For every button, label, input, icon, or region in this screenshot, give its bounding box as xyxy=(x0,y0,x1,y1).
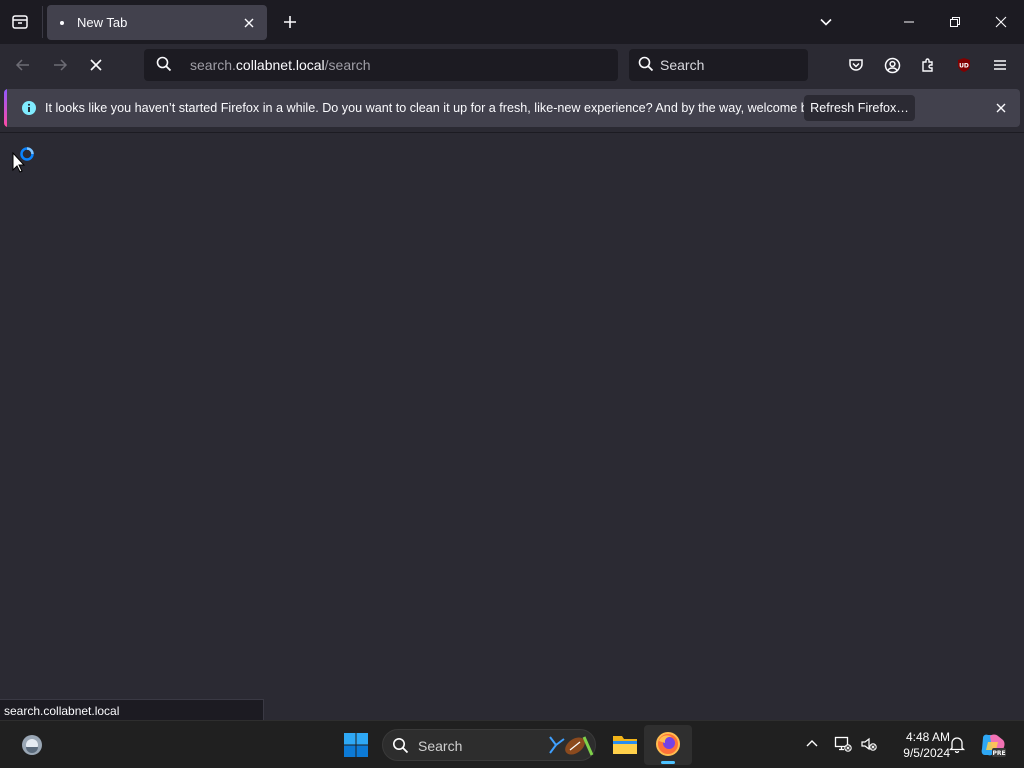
widgets-button[interactable] xyxy=(20,733,44,757)
new-tab-button[interactable] xyxy=(276,8,304,36)
taskbar-search-box[interactable]: Search xyxy=(382,729,596,761)
refresh-firefox-notification: It looks like you haven’t started Firefo… xyxy=(4,89,1020,127)
url-path: /search xyxy=(324,57,371,73)
pocket-icon xyxy=(849,59,863,71)
firefox-view-button[interactable] xyxy=(4,6,36,38)
ublock-shield-icon: UD xyxy=(958,58,970,72)
tab-divider xyxy=(42,6,43,38)
hamburger-menu-icon xyxy=(994,60,1006,70)
tab-favicon-icon xyxy=(60,21,64,25)
account-button[interactable] xyxy=(877,50,907,80)
taskbar-clock[interactable]: 4:48 AM 9/5/2024 xyxy=(884,729,950,761)
list-all-tabs-button[interactable] xyxy=(812,8,840,36)
bell-icon xyxy=(948,737,966,753)
puzzle-piece-icon xyxy=(922,58,933,72)
windows-logo-icon xyxy=(344,733,368,757)
url-host: collabnet.local xyxy=(235,57,325,73)
busy-cursor xyxy=(12,145,38,173)
notification-accent-stripe xyxy=(4,89,7,127)
search-icon xyxy=(156,56,172,72)
start-button[interactable] xyxy=(343,732,369,758)
close-window-button[interactable] xyxy=(978,0,1024,44)
search-bar-placeholder: Search xyxy=(660,57,705,73)
forward-arrow-icon xyxy=(54,59,68,71)
back-button[interactable] xyxy=(8,50,38,80)
stop-icon xyxy=(90,59,102,71)
clock-date: 9/5/2024 xyxy=(903,746,950,760)
clock-time: 4:48 AM xyxy=(905,730,950,744)
close-icon xyxy=(996,103,1006,113)
url-subdomain: search. xyxy=(190,57,236,73)
weather-widget-icon xyxy=(22,735,42,755)
page-content[interactable] xyxy=(0,132,1024,720)
refresh-firefox-button[interactable]: Refresh Firefox… xyxy=(804,95,915,121)
forward-button[interactable] xyxy=(45,50,75,80)
chevron-down-icon xyxy=(820,18,832,26)
network-status-button[interactable] xyxy=(834,735,852,753)
restore-icon xyxy=(950,17,960,27)
notifications-button[interactable] xyxy=(948,735,966,753)
volume-button[interactable] xyxy=(860,735,878,753)
close-icon xyxy=(995,16,1007,28)
application-menu-button[interactable] xyxy=(985,50,1015,80)
file-explorer-button[interactable] xyxy=(612,732,638,756)
firefox-taskbar-button[interactable] xyxy=(644,725,692,765)
taskbar-search-label: Search xyxy=(418,738,463,754)
chevron-up-icon xyxy=(806,740,818,747)
tab-title: New Tab xyxy=(77,15,128,30)
ublock-badge-text: UD xyxy=(959,63,969,70)
close-icon xyxy=(244,18,254,28)
network-monitor-icon xyxy=(834,736,852,752)
windows-taskbar: Search 4:48 AM 9/5/2024 PRE xyxy=(0,720,1024,768)
folder-icon xyxy=(613,736,637,754)
tab-strip: New Tab xyxy=(0,0,1024,44)
cursor-arrow-icon xyxy=(12,147,34,173)
search-icon xyxy=(393,738,409,754)
tab-close-button[interactable] xyxy=(239,13,259,33)
address-bar[interactable]: search.collabnet.local/search xyxy=(144,49,618,81)
speaker-muted-icon xyxy=(861,737,877,751)
copilot-button[interactable]: PRE xyxy=(980,732,1006,758)
notification-message: It looks like you haven’t started Firefo… xyxy=(45,101,831,115)
show-hidden-icons-button[interactable] xyxy=(804,736,820,752)
pocket-button[interactable] xyxy=(841,50,871,80)
football-highlight-icon xyxy=(549,736,594,756)
search-icon xyxy=(638,56,654,72)
search-highlight xyxy=(546,733,594,759)
navigation-toolbar: search.collabnet.local/search Search UD xyxy=(0,44,1024,86)
minimize-button[interactable] xyxy=(886,0,932,44)
active-app-indicator xyxy=(661,761,675,764)
search-bar[interactable]: Search xyxy=(629,49,808,81)
copilot-icon: PRE xyxy=(981,734,1006,757)
copilot-badge-text: PRE xyxy=(992,750,1005,757)
status-panel: search.collabnet.local xyxy=(0,699,264,721)
firefox-icon xyxy=(656,732,680,756)
firefox-view-icon xyxy=(12,15,28,29)
account-icon xyxy=(884,57,900,73)
plus-icon xyxy=(284,16,296,28)
stop-loading-button[interactable] xyxy=(81,50,111,80)
extensions-button[interactable] xyxy=(913,50,943,80)
tab-new-tab[interactable]: New Tab xyxy=(47,5,267,40)
notification-close-button[interactable] xyxy=(992,99,1010,117)
minimize-icon xyxy=(904,21,914,23)
restore-button[interactable] xyxy=(932,0,978,44)
info-icon xyxy=(22,101,36,115)
back-arrow-icon xyxy=(15,59,29,71)
ublock-origin-button[interactable]: UD xyxy=(949,50,979,80)
address-bar-url: search.collabnet.local/search xyxy=(190,57,371,73)
